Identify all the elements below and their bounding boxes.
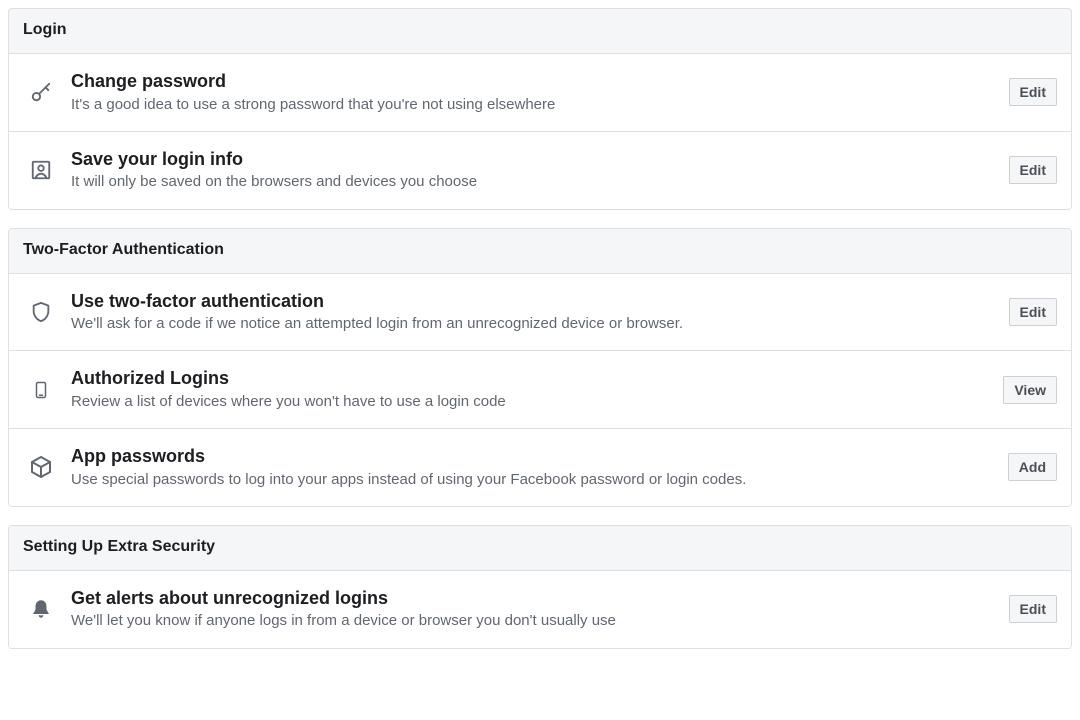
two-factor-section-header: Two-Factor Authentication bbox=[9, 229, 1071, 274]
extra-security-section-header: Setting Up Extra Security bbox=[9, 526, 1071, 571]
change-password-action: Edit bbox=[1009, 78, 1057, 106]
change-password-desc: It's a good idea to use a strong passwor… bbox=[71, 95, 993, 115]
save-login-info-desc: It will only be saved on the browsers an… bbox=[71, 172, 993, 192]
login-alerts-action: Edit bbox=[1009, 595, 1057, 623]
use-2fa-edit-button[interactable]: Edit bbox=[1009, 298, 1057, 326]
login-alerts-content: Get alerts about unrecognized logins We'… bbox=[71, 587, 993, 632]
login-alerts-edit-button[interactable]: Edit bbox=[1009, 595, 1057, 623]
app-passwords-row[interactable]: App passwords Use special passwords to l… bbox=[9, 429, 1071, 506]
change-password-edit-button[interactable]: Edit bbox=[1009, 78, 1057, 106]
use-2fa-content: Use two-factor authentication We'll ask … bbox=[71, 290, 993, 335]
extra-security-section: Setting Up Extra Security Get alerts abo… bbox=[8, 525, 1072, 649]
save-login-info-row[interactable]: Save your login info It will only be sav… bbox=[9, 132, 1071, 209]
bell-icon bbox=[23, 597, 59, 621]
profile-square-icon bbox=[23, 159, 59, 181]
shield-icon bbox=[23, 300, 59, 324]
save-login-info-title: Save your login info bbox=[71, 148, 993, 171]
authorized-logins-content: Authorized Logins Review a list of devic… bbox=[71, 367, 987, 412]
use-2fa-desc: We'll ask for a code if we notice an att… bbox=[71, 314, 993, 334]
change-password-title: Change password bbox=[71, 70, 993, 93]
app-passwords-title: App passwords bbox=[71, 445, 992, 468]
app-passwords-add-button[interactable]: Add bbox=[1008, 453, 1057, 481]
change-password-row[interactable]: Change password It's a good idea to use … bbox=[9, 54, 1071, 132]
save-login-info-edit-button[interactable]: Edit bbox=[1009, 156, 1057, 184]
two-factor-section: Two-Factor Authentication Use two-factor… bbox=[8, 228, 1072, 507]
authorized-logins-action: View bbox=[1003, 376, 1057, 404]
box-icon bbox=[23, 455, 59, 479]
login-section: Login Change password It's a good idea t… bbox=[8, 8, 1072, 210]
login-alerts-title: Get alerts about unrecognized logins bbox=[71, 587, 993, 610]
save-login-info-content: Save your login info It will only be sav… bbox=[71, 148, 993, 193]
authorized-logins-title: Authorized Logins bbox=[71, 367, 987, 390]
authorized-logins-desc: Review a list of devices where you won't… bbox=[71, 392, 987, 412]
use-2fa-title: Use two-factor authentication bbox=[71, 290, 993, 313]
app-passwords-action: Add bbox=[1008, 453, 1057, 481]
key-icon bbox=[23, 81, 59, 103]
use-2fa-row[interactable]: Use two-factor authentication We'll ask … bbox=[9, 274, 1071, 352]
authorized-logins-view-button[interactable]: View bbox=[1003, 376, 1057, 404]
app-passwords-content: App passwords Use special passwords to l… bbox=[71, 445, 992, 490]
login-section-header: Login bbox=[9, 9, 1071, 54]
phone-icon bbox=[23, 377, 59, 403]
app-passwords-desc: Use special passwords to log into your a… bbox=[71, 470, 992, 490]
authorized-logins-row[interactable]: Authorized Logins Review a list of devic… bbox=[9, 351, 1071, 429]
change-password-content: Change password It's a good idea to use … bbox=[71, 70, 993, 115]
login-alerts-desc: We'll let you know if anyone logs in fro… bbox=[71, 611, 993, 631]
login-alerts-row[interactable]: Get alerts about unrecognized logins We'… bbox=[9, 571, 1071, 648]
save-login-info-action: Edit bbox=[1009, 156, 1057, 184]
use-2fa-action: Edit bbox=[1009, 298, 1057, 326]
